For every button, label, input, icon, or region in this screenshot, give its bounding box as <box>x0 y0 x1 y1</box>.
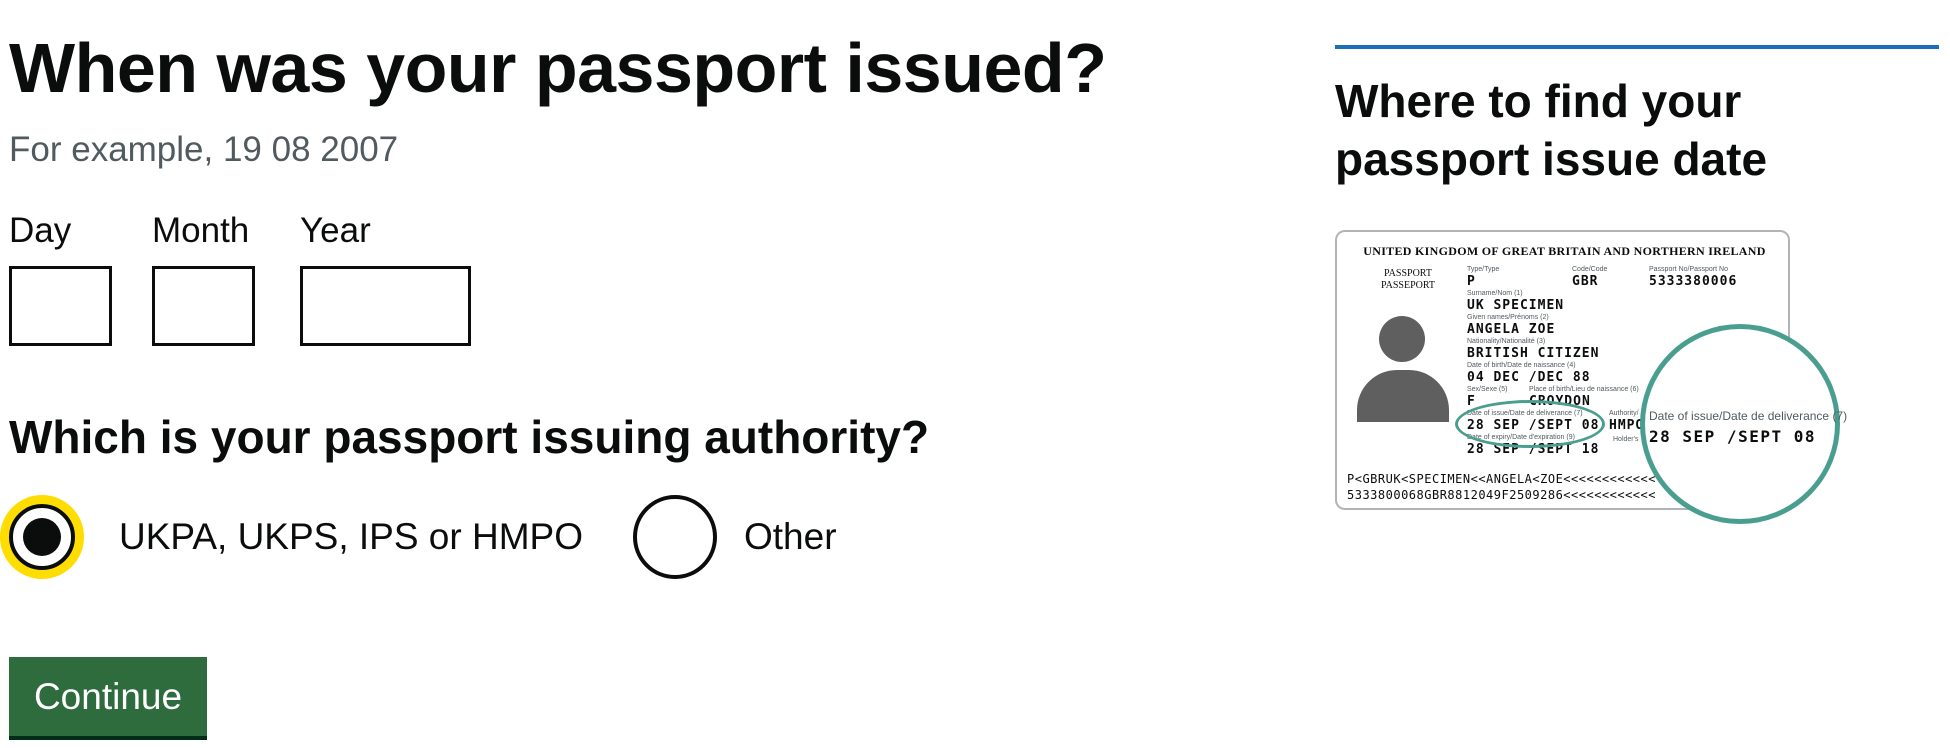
sex-label: Sex/Sexe (5) <box>1467 386 1508 393</box>
month-group: Month <box>152 210 255 346</box>
magnifier-icon: Date of issue/Date de deliverance (7) 28… <box>1640 324 1847 524</box>
radio-control-unselected[interactable] <box>633 495 717 579</box>
person-silhouette-head-icon <box>1379 316 1425 362</box>
code-label: Code/Code <box>1572 266 1608 273</box>
aside-title: Where to find your passport issue date <box>1335 75 1768 185</box>
authority-question: Which is your passport issuing authority… <box>9 411 930 463</box>
type-value: P <box>1467 274 1476 289</box>
year-group: Year <box>300 210 471 346</box>
radio-control-selected[interactable] <box>9 504 75 570</box>
page-title: When was your passport issued? <box>9 29 1107 107</box>
issue-date-highlight <box>1455 400 1605 448</box>
authority-label: Authority/ <box>1609 410 1639 417</box>
year-label: Year <box>300 211 371 250</box>
given-names-label: Given names/Prénoms (2) <box>1467 314 1549 321</box>
dob-label: Date of birth/Date de naissance (4) <box>1467 362 1576 369</box>
year-input[interactable] <box>300 266 471 346</box>
code-value: GBR <box>1572 274 1599 289</box>
nationality-value: BRITISH CITIZEN <box>1467 346 1600 361</box>
radio-ukpa-label[interactable]: UKPA, UKPS, IPS or HMPO <box>119 513 583 561</box>
mrz-line-1: P<GBRUK<SPECIMEN<<ANGELA<ZOE<<<<<<<<<<<< <box>1347 472 1656 486</box>
radio-selected-dot <box>23 518 61 556</box>
aside-top-rule <box>1335 45 1939 49</box>
number-label: Passport No/Passport No <box>1649 266 1728 273</box>
focus-ring <box>0 495 84 579</box>
dob-value: 04 DEC /DEC 88 <box>1467 370 1591 385</box>
person-silhouette-body-icon <box>1357 370 1449 422</box>
radio-other-label[interactable]: Other <box>744 513 837 561</box>
passport-doc-type: PASSPORT PASSEPORT <box>1380 268 1436 291</box>
nationality-label: Nationality/Nationalité (3) <box>1467 338 1546 345</box>
magnified-issue-label: Date of issue/Date de deliverance (7) <box>1649 409 1848 423</box>
mrz-line-2: 5333800068GBR8812049F2509286<<<<<<<<<<<< <box>1347 488 1656 502</box>
surname-value: UK SPECIMEN <box>1467 298 1565 313</box>
surname-label: Surname/Nom (1) <box>1467 290 1523 297</box>
radio-ukpa[interactable]: UKPA, UKPS, IPS or HMPO <box>0 495 600 579</box>
day-input[interactable] <box>9 266 112 346</box>
radio-other[interactable]: Other <box>633 495 863 579</box>
pob-label: Place of birth/Lieu de naissance (6) <box>1529 386 1639 393</box>
month-label: Month <box>152 211 250 250</box>
number-value: 5333380006 <box>1649 274 1738 289</box>
continue-button[interactable]: Continue <box>9 657 207 736</box>
holder-label: Holder's <box>1613 436 1639 443</box>
day-label: Day <box>9 211 72 250</box>
passport-illustration: UNITED KINGDOM OF GREAT BRITAIN AND NORT… <box>1335 230 1847 524</box>
date-hint: For example, 19 08 2007 <box>9 130 399 169</box>
type-label: Type/Type <box>1467 266 1500 273</box>
given-names-value: ANGELA ZOE <box>1467 322 1556 337</box>
passport-header: UNITED KINGDOM OF GREAT BRITAIN AND NORT… <box>1363 244 1766 258</box>
day-group: Day <box>9 210 112 346</box>
magnified-issue-value: 28 SEP /SEPT 08 <box>1649 427 1816 446</box>
month-input[interactable] <box>152 266 255 346</box>
